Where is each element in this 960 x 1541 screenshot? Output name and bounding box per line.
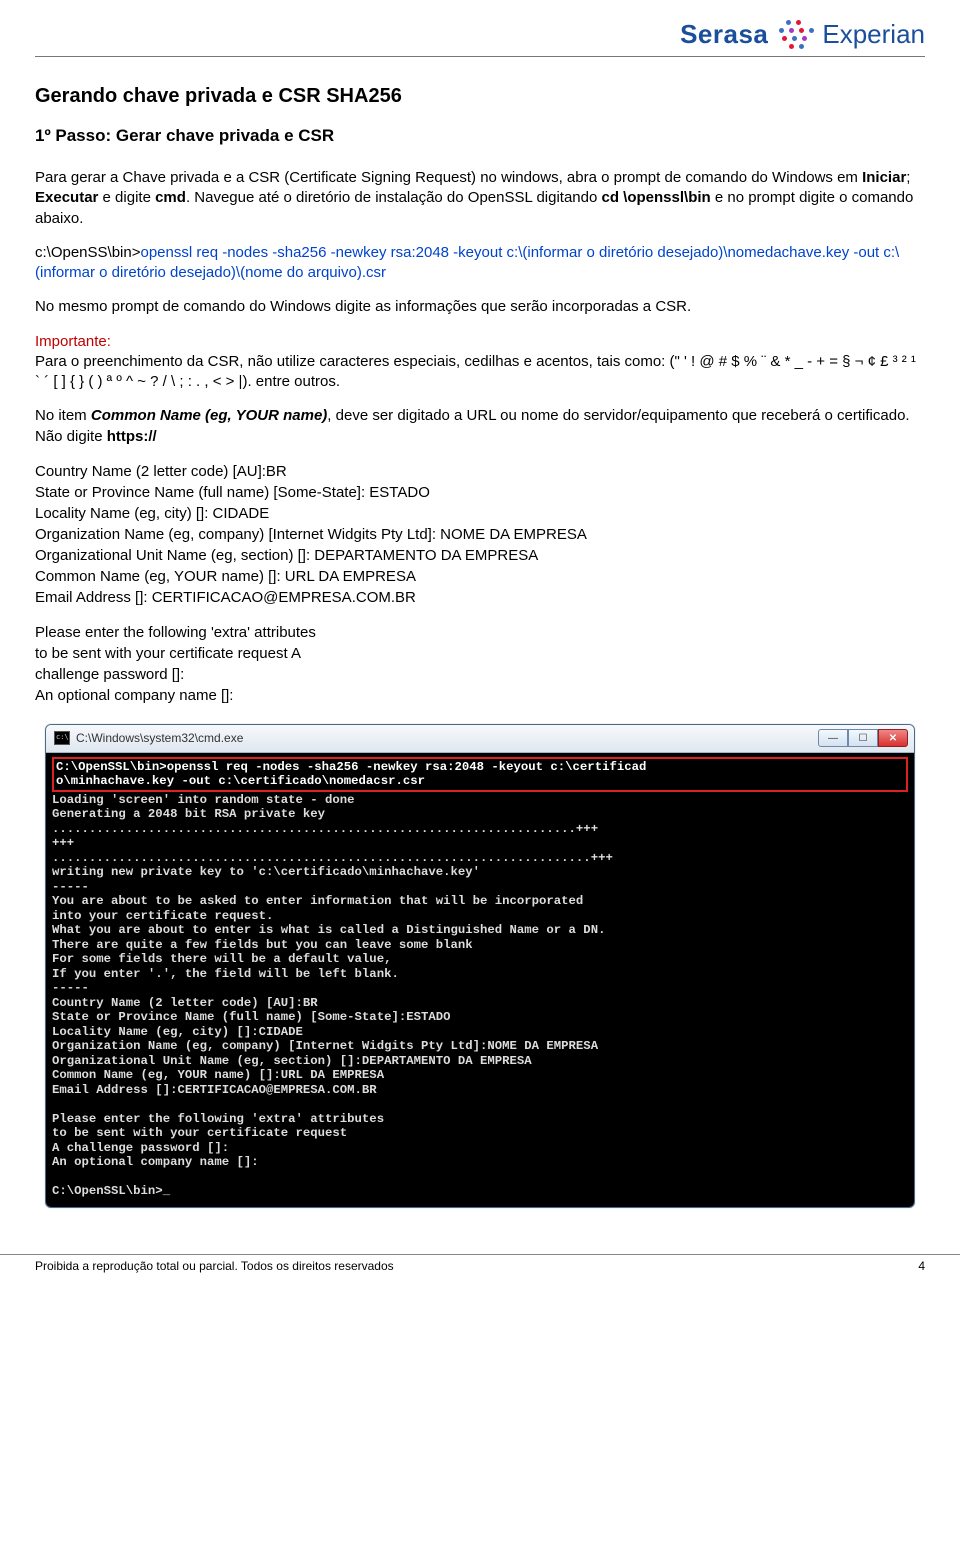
terminal-body[interactable]: C:\OpenSSL\bin>openssl req -nodes -sha25… [46,753,914,1207]
csr-locality: Locality Name (eg, city) []: CIDADE [35,503,925,524]
csr-email: Email Address []: CERTIFICACAO@EMPRESA.C… [35,587,925,608]
terminal-output: Loading 'screen' into random state - don… [52,793,613,1199]
page-footer: Proibida a reprodução total ou parcial. … [0,1254,960,1277]
logo-dots-icon [774,20,816,50]
step-heading: 1º Passo: Gerar chave privada e CSR [35,126,925,146]
close-button[interactable]: ✕ [878,729,908,747]
command-text: openssl req -nodes -sha256 -newkey rsa:2… [35,244,899,281]
highlighted-command: C:\OpenSSL\bin>openssl req -nodes -sha25… [52,757,908,792]
logo-experian-text: Experian [822,19,925,50]
footer-copyright: Proibida a reprodução total ou parcial. … [35,1259,394,1273]
minimize-button[interactable]: — [818,729,848,747]
instruction-paragraph: No mesmo prompt de comando do Windows di… [35,297,925,317]
important-label: Importante: [35,333,111,350]
logo: Serasa Experian [680,19,925,50]
csr-country: Country Name (2 letter code) [AU]:BR [35,461,925,482]
csr-fields-block: Country Name (2 letter code) [AU]:BR Sta… [35,461,925,608]
window-controls: — ☐ ✕ [818,729,908,747]
terminal-titlebar: C:\Windows\system32\cmd.exe — ☐ ✕ [46,725,914,753]
maximize-button[interactable]: ☐ [848,729,878,747]
terminal-window: C:\Windows\system32\cmd.exe — ☐ ✕ C:\Ope… [45,724,915,1208]
intro-paragraph: Para gerar a Chave privada e a CSR (Cert… [35,168,925,229]
page-number: 4 [918,1259,925,1273]
terminal-title-text: C:\Windows\system32\cmd.exe [76,731,243,745]
page-title: Gerando chave privada e CSR SHA256 [35,85,925,108]
csr-ou: Organizational Unit Name (eg, section) [… [35,545,925,566]
important-note: Importante: Para o preenchimento da CSR,… [35,332,925,393]
csr-cn: Common Name (eg, YOUR name) []: URL DA E… [35,566,925,587]
extra-attributes-block: Please enter the following 'extra' attri… [35,622,925,706]
cmd-icon [54,731,70,745]
common-name-note: No item Common Name (eg, YOUR name), dev… [35,406,925,447]
csr-state: State or Province Name (full name) [Some… [35,482,925,503]
csr-org: Organization Name (eg, company) [Interne… [35,524,925,545]
openssl-command: c:\OpenSS\bin>openssl req -nodes -sha256… [35,243,925,284]
header-bar: Serasa Experian [35,15,925,57]
document-body: Gerando chave privada e CSR SHA256 1º Pa… [35,85,925,1208]
logo-serasa-text: Serasa [680,19,768,50]
